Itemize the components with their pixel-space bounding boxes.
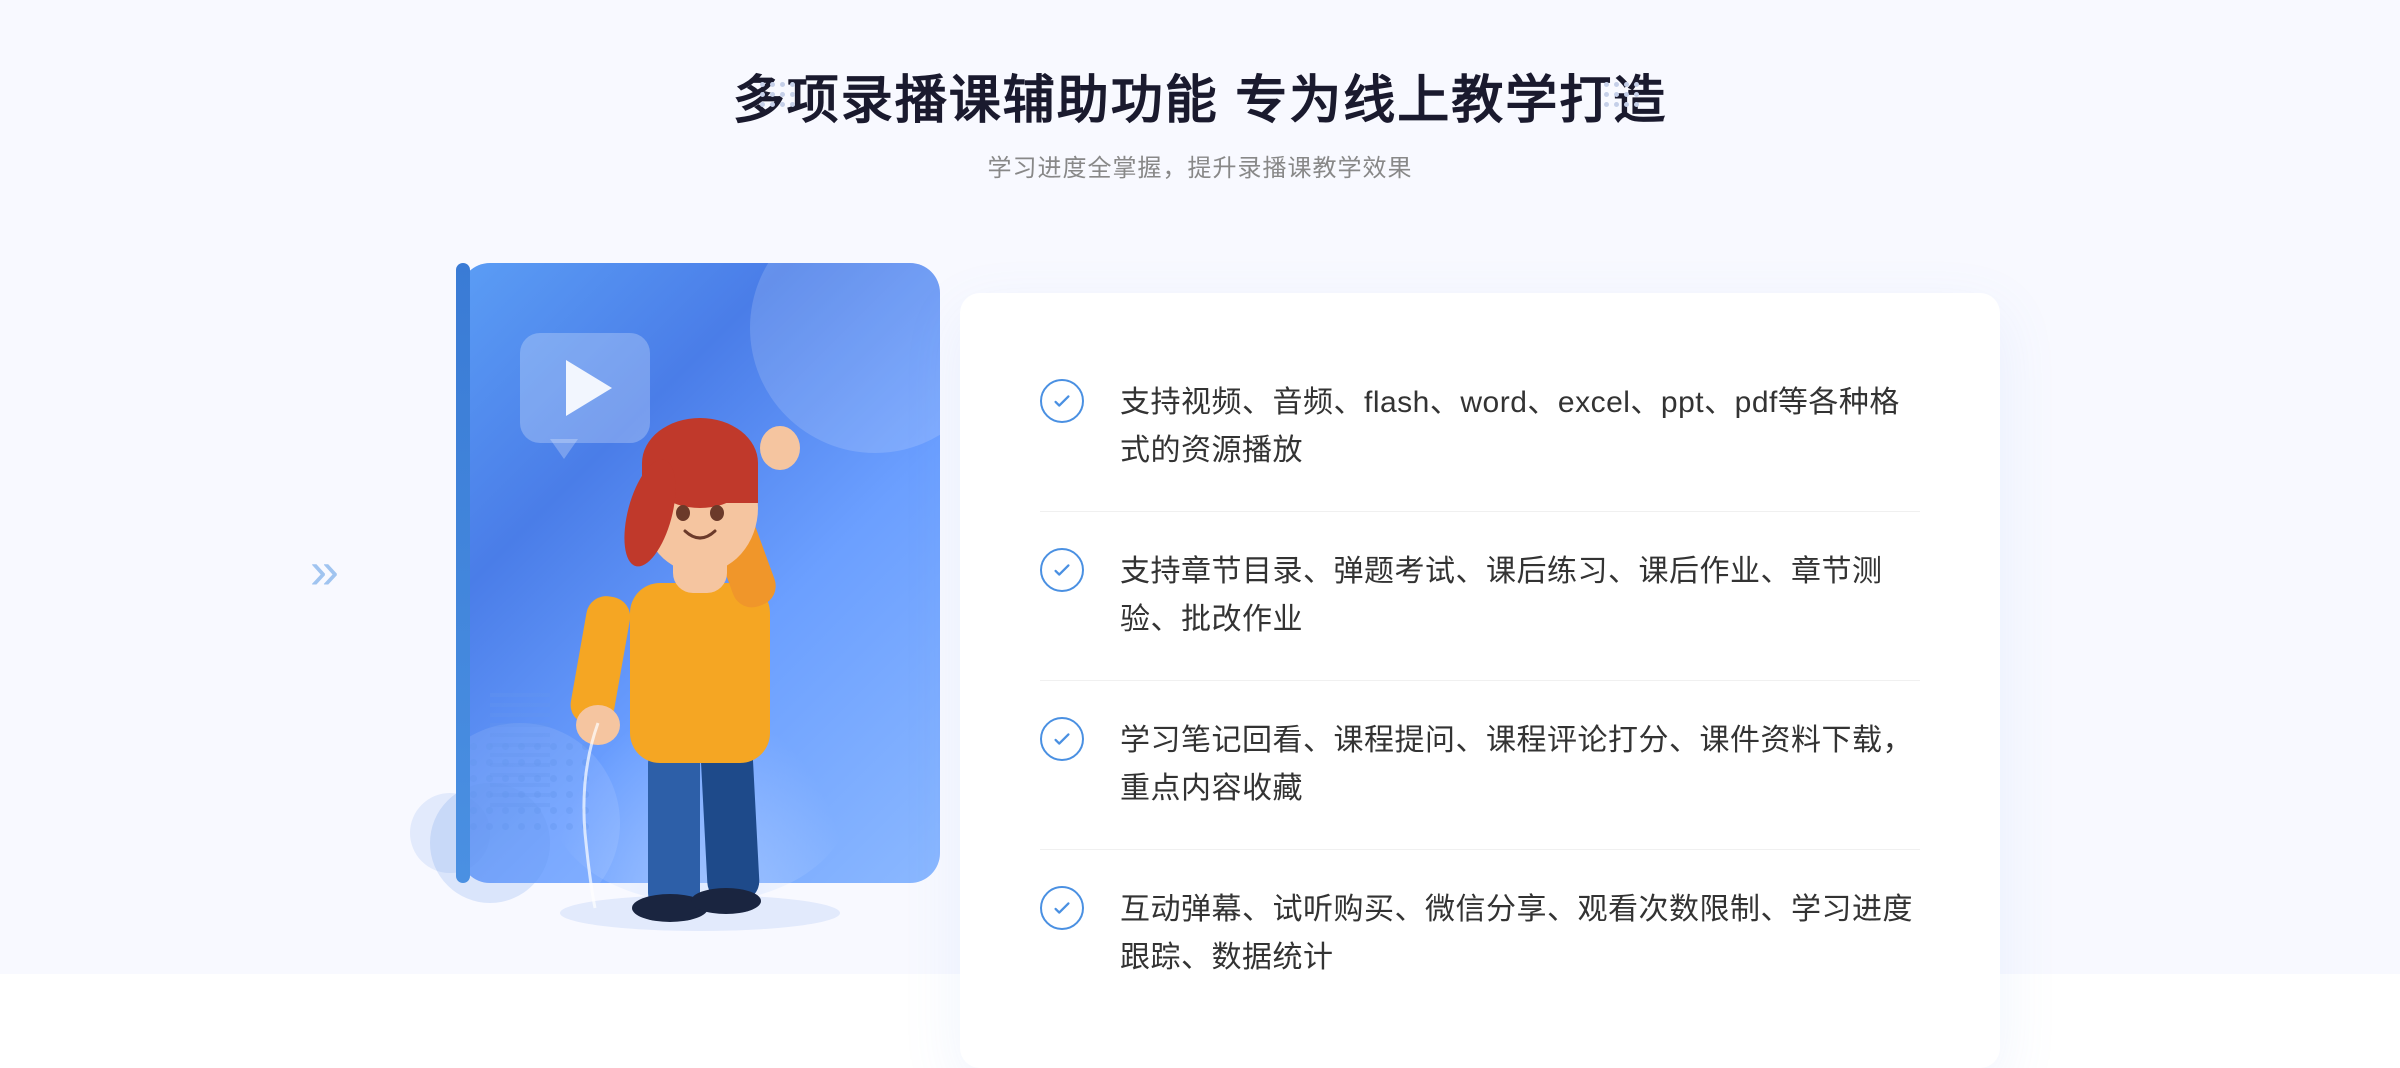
dot-grid-left (760, 82, 796, 108)
page-title: 多项录播课辅助功能 专为线上教学打造 (0, 70, 2400, 132)
page-container: 多项录播课辅助功能 专为线上教学打造 学习进度全掌握，提升录播课教学效果 » (0, 0, 2400, 974)
illustration-container: » (400, 233, 1020, 933)
feature-text-1: 支持视频、音频、flash、word、excel、ppt、pdf等各种格式的资源… (1120, 379, 1920, 475)
feature-item-1: 支持视频、音频、flash、word、excel、ppt、pdf等各种格式的资源… (1040, 343, 1920, 512)
outer-chevron-icon: » (310, 541, 339, 601)
header-section: 多项录播课辅助功能 专为线上教学打造 学习进度全掌握，提升录播课教学效果 (0, 0, 2400, 183)
person-illustration (500, 353, 900, 933)
check-icon-1 (1040, 379, 1084, 423)
decorative-dots-right (1604, 82, 1640, 108)
feature-item-3: 学习笔记回看、课程提问、课程评论打分、课件资料下载，重点内容收藏 (1040, 681, 1920, 850)
feature-item-4: 互动弹幕、试听购买、微信分享、观看次数限制、学习进度跟踪、数据统计 (1040, 850, 1920, 1018)
feature-text-4: 互动弹幕、试听购买、微信分享、观看次数限制、学习进度跟踪、数据统计 (1120, 886, 1920, 982)
main-content: » (400, 233, 2000, 1068)
feature-item-2: 支持章节目录、弹题考试、课后练习、课后作业、章节测验、批改作业 (1040, 512, 1920, 681)
check-icon-4 (1040, 886, 1084, 930)
dot-grid-right (1604, 82, 1640, 108)
feature-text-3: 学习笔记回看、课程提问、课程评论打分、课件资料下载，重点内容收藏 (1120, 717, 1920, 813)
feature-text-2: 支持章节目录、弹题考试、课后练习、课后作业、章节测验、批改作业 (1120, 548, 1920, 644)
decorative-dots-left (760, 82, 796, 108)
page-subtitle: 学习进度全掌握，提升录播课教学效果 (0, 148, 2400, 183)
features-panel: 支持视频、音频、flash、word、excel、ppt、pdf等各种格式的资源… (960, 293, 2000, 1068)
blue-accent-bar (456, 263, 470, 883)
check-icon-3 (1040, 717, 1084, 761)
check-icon-2 (1040, 548, 1084, 592)
